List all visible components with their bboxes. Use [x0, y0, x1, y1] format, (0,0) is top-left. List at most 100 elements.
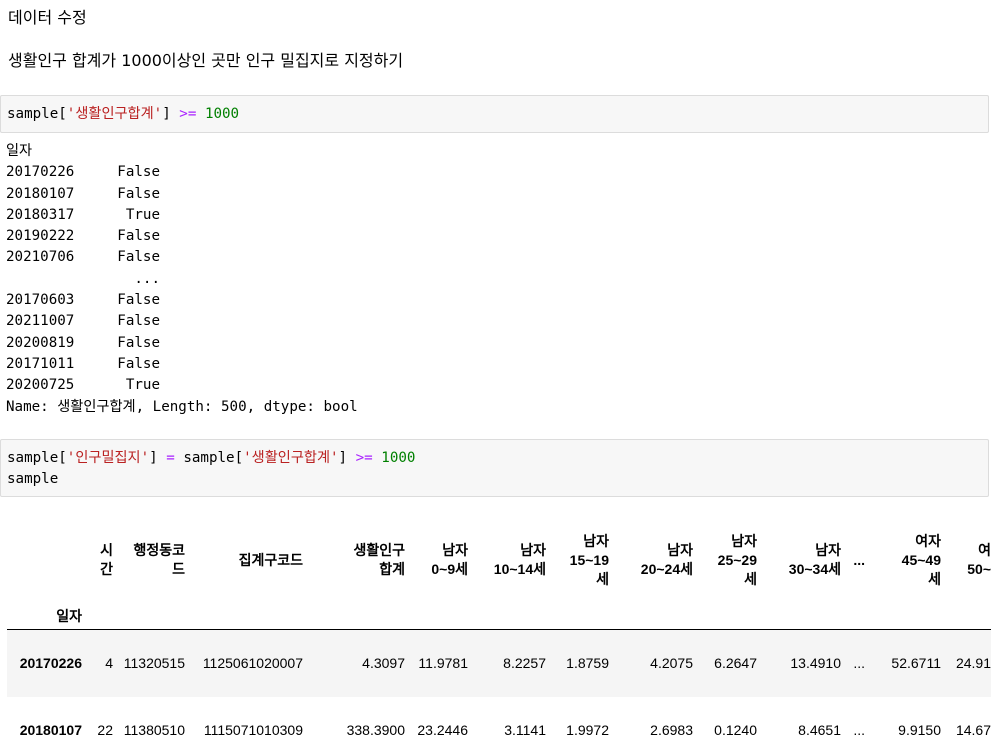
dataframe-cell: 4.3097: [362, 655, 405, 671]
dataframe-output[interactable]: 시 간 행정동코 드 집계구코드 생활인구 합계 남자 0~9세 남자 10~14세 남자 15~19 세…: [7, 515, 995, 738]
dataframe-body: 20170226 4 11320515 1125061020007 4.3097 11.9…: [7, 629, 991, 738]
dataframe-column-header: 행정동코드: [113, 515, 185, 605]
dataframe-cell: 1115071010309: [203, 722, 303, 738]
dataframe-cell: 3.1141: [504, 722, 546, 738]
column-header-line: 생활인구: [353, 542, 405, 558]
column-header-line: 행정동코: [133, 542, 185, 558]
code-line: sample['인구밀집지'] = sample['생활인구합계'] >= 10…: [7, 448, 415, 468]
dataframe-cell: 22: [97, 722, 113, 738]
code-token: ]: [338, 450, 356, 466]
dataframe-cell: 4: [105, 655, 113, 671]
dataframe-cell: 23.2446: [417, 722, 468, 738]
series-value: ...: [134, 270, 160, 287]
dataframe-index-row-spacer: [941, 605, 991, 630]
series-value: False: [117, 164, 160, 181]
dataframe-index-row-spacer: [405, 605, 468, 630]
column-header-line: 집계구코드: [238, 551, 303, 568]
dataframe-cell: 6.2647: [714, 655, 757, 671]
column-header-line: 여자: [915, 532, 941, 549]
series-index-name: 일자: [6, 143, 33, 159]
dataframe-index-name-row: 일자: [7, 605, 991, 630]
dataframe-cell: 0.1240: [714, 722, 757, 738]
code-string-token: '생활인구합계': [243, 450, 339, 466]
series-row: 20210706 False: [6, 247, 358, 268]
dataframe-index-row-spacer: [841, 605, 865, 630]
dataframe-cell: 14.67: [955, 722, 991, 738]
series-index-value: 20211007: [6, 313, 75, 330]
dataframe-column-header: 남자 10~14세: [468, 515, 546, 605]
code-token: sample[: [174, 450, 244, 466]
series-value: False: [117, 228, 160, 245]
series-row: 20190222 False: [6, 226, 358, 247]
dataframe-row: 20170226 4 11320515 1125061020007 4.3097 11.9…: [7, 629, 991, 697]
dataframe-index-row-spacer: [693, 605, 757, 630]
dataframe-table: 시 간 행정동코 드 집계구코드 생활인구 합계 남자 0~9세 남자 10~14세 남자 15~19 세…: [7, 515, 991, 738]
series-index-value: 20170603: [6, 292, 75, 309]
column-header-line: 남자: [583, 532, 609, 549]
dataframe-column-header: ...: [841, 515, 865, 605]
dataframe-cell: 52.6711: [891, 655, 941, 671]
column-header-line: 세: [744, 570, 757, 587]
dataframe-cell: 11.9781: [418, 655, 468, 671]
dataframe-index-row-spacer: [757, 605, 841, 630]
column-header-line: 25~29: [717, 551, 757, 568]
code-token: sample[: [7, 106, 67, 122]
column-header-line: 45~49: [901, 551, 941, 568]
code-operator-token: >=: [355, 450, 373, 466]
series-value: False: [117, 249, 160, 266]
dataframe-cell: 24.91: [955, 655, 991, 671]
code-cell-assignment[interactable]: sample['인구밀집지'] = sample['생활인구합계'] >= 10…: [0, 439, 989, 497]
dataframe-cell: 9.9150: [898, 722, 941, 738]
series-row: 20200819 False: [6, 333, 358, 354]
dataframe-index-row-spacer: [468, 605, 546, 630]
dataframe-index-row-spacer: [609, 605, 693, 630]
column-header-line: 남자: [731, 532, 757, 549]
dataframe-cell: 1.8759: [566, 655, 609, 671]
series-footer: Name: 생활인구합계, Length: 500, dtype: bool: [6, 398, 358, 415]
code-number-token: 1000: [381, 450, 416, 466]
series-index-value: 20180317: [6, 206, 75, 223]
column-header-line: 합계: [379, 561, 405, 577]
dataframe-cell: 8.2257: [503, 655, 546, 671]
markdown-heading: 데이터 수정: [8, 8, 87, 27]
dataframe-column-header: 남자 20~24세: [609, 515, 693, 605]
dataframe-cell: 8.4651: [798, 722, 841, 738]
series-row: 20171011 False: [6, 354, 358, 375]
dataframe-column-header: 생활인구합계: [303, 515, 405, 605]
dataframe-corner: [7, 515, 82, 605]
column-header-line: ...: [853, 551, 865, 568]
dataframe-cell: 2.6983: [650, 722, 693, 738]
markdown-description: 생활인구 합계가 1000이상인 곳만 인구 밀집지로 지정하기: [8, 51, 404, 70]
code-string-token: '인구밀집지': [66, 450, 150, 466]
dataframe-column-header: 남자 15~19 세: [546, 515, 609, 605]
dataframe-cell: 4.2075: [650, 655, 693, 671]
dataframe-header-row: 시 간 행정동코 드 집계구코드 생활인구 합계 남자 0~9세 남자 10~14세 남자 15~19 세…: [7, 515, 991, 605]
dataframe-index-row-spacer: [303, 605, 405, 630]
dataframe-cell: 13.4910: [790, 655, 841, 671]
series-row: 20211007 False: [6, 311, 358, 332]
dataframe-row-index: 20170226: [19, 655, 82, 671]
code-line: sample: [7, 471, 59, 487]
column-header-line: 30~34세: [788, 561, 841, 577]
dataframe-index-row-spacer: [865, 605, 941, 630]
series-row: 20170226 False: [6, 162, 358, 183]
code-cell-comparison[interactable]: sample['생활인구합계'] >= 1000: [0, 95, 989, 133]
dataframe-cell: 1125061020007: [202, 655, 303, 671]
code-string-token: '생활인구합계': [66, 106, 163, 122]
column-header-line: 남자: [442, 542, 468, 558]
dataframe-index-row-spacer: [546, 605, 609, 630]
dataframe-cell: 11320515: [123, 655, 185, 671]
series-output: 일자 20170226 False 20180107 False 20180317 Tru…: [6, 141, 358, 418]
series-index-value: 20200725: [6, 377, 75, 394]
dataframe-cell: 11380510: [123, 722, 185, 738]
column-header-line: 드: [172, 561, 185, 577]
code-number-token: 1000: [204, 106, 240, 122]
code-token: sample[: [7, 450, 67, 466]
dataframe-column-header: 시간: [82, 515, 113, 605]
column-header-line: 남자: [667, 542, 693, 558]
dataframe-column-header: 남자 0~9세: [405, 515, 468, 605]
series-row: 20180317 True: [6, 205, 358, 226]
dataframe-row-index: 20180107: [19, 722, 82, 738]
dataframe-column-header: 집계구코드: [185, 515, 303, 605]
